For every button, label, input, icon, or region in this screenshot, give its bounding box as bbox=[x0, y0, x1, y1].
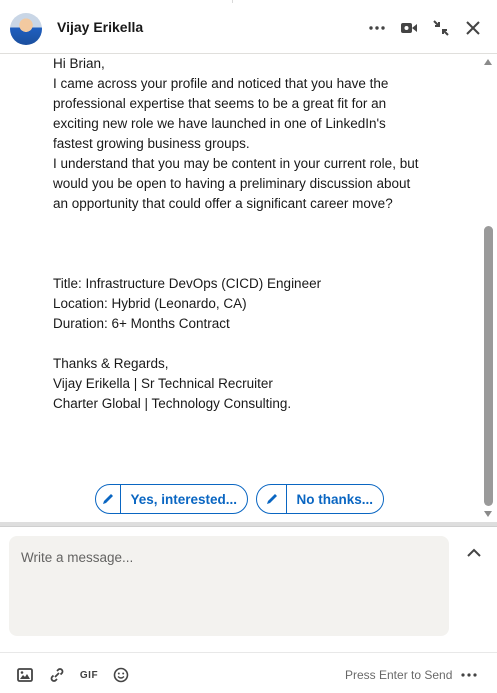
message-body: Hi Brian, I came across your profile and… bbox=[53, 54, 423, 414]
conversation-header: Vijay Erikella bbox=[0, 0, 497, 54]
image-icon[interactable] bbox=[14, 664, 36, 686]
message-compose-box[interactable] bbox=[9, 536, 449, 636]
pencil-icon bbox=[96, 485, 122, 513]
scroll-up-arrow-icon[interactable] bbox=[484, 59, 492, 65]
quick-reply-yes-button[interactable]: Yes, interested... bbox=[95, 484, 248, 514]
message-paragraph: I understand that you may be content in … bbox=[53, 156, 419, 211]
message-greeting: Hi Brian, bbox=[53, 56, 105, 71]
scroll-down-arrow-icon[interactable] bbox=[484, 511, 492, 517]
job-duration: Duration: 6+ Months Contract bbox=[53, 316, 230, 331]
contact-name[interactable]: Vijay Erikella bbox=[57, 19, 143, 35]
divider bbox=[0, 522, 497, 527]
message-list: Hi Brian, I came across your profile and… bbox=[0, 54, 480, 522]
chevron-up-icon[interactable] bbox=[462, 540, 486, 564]
job-title: Title: Infrastructure DevOps (CICD) Engi… bbox=[53, 276, 322, 291]
close-icon[interactable] bbox=[461, 16, 485, 40]
avatar[interactable] bbox=[10, 13, 42, 45]
quick-reply-label: Yes, interested... bbox=[130, 491, 237, 507]
message-signature: Vijay Erikella | Sr Technical Recruiter bbox=[53, 376, 273, 391]
message-signoff: Thanks & Regards, bbox=[53, 356, 169, 371]
message-spacer bbox=[53, 334, 423, 354]
job-location: Location: Hybrid (Leonardo, CA) bbox=[53, 296, 247, 311]
quick-reply-label: No thanks... bbox=[296, 491, 373, 507]
more-options-icon[interactable] bbox=[458, 664, 480, 686]
message-spacer bbox=[53, 214, 423, 274]
scroll-thumb[interactable] bbox=[484, 226, 493, 506]
scrollbar[interactable] bbox=[481, 54, 496, 522]
video-icon[interactable] bbox=[397, 16, 421, 40]
emoji-icon[interactable] bbox=[110, 664, 132, 686]
pencil-icon bbox=[257, 485, 288, 513]
footer-divider bbox=[0, 652, 497, 653]
message-paragraph: I came across your profile and noticed t… bbox=[53, 76, 389, 151]
minimize-icon[interactable] bbox=[429, 16, 453, 40]
more-icon[interactable] bbox=[365, 16, 389, 40]
top-strip bbox=[0, 0, 497, 3]
quick-reply-no-button[interactable]: No thanks... bbox=[256, 484, 384, 514]
gif-icon[interactable]: GIF bbox=[78, 664, 100, 686]
message-signature: Charter Global | Technology Consulting. bbox=[53, 396, 292, 411]
message-input[interactable] bbox=[21, 550, 437, 622]
send-hint: Press Enter to Send bbox=[345, 668, 453, 682]
attach-icon[interactable] bbox=[46, 664, 68, 686]
